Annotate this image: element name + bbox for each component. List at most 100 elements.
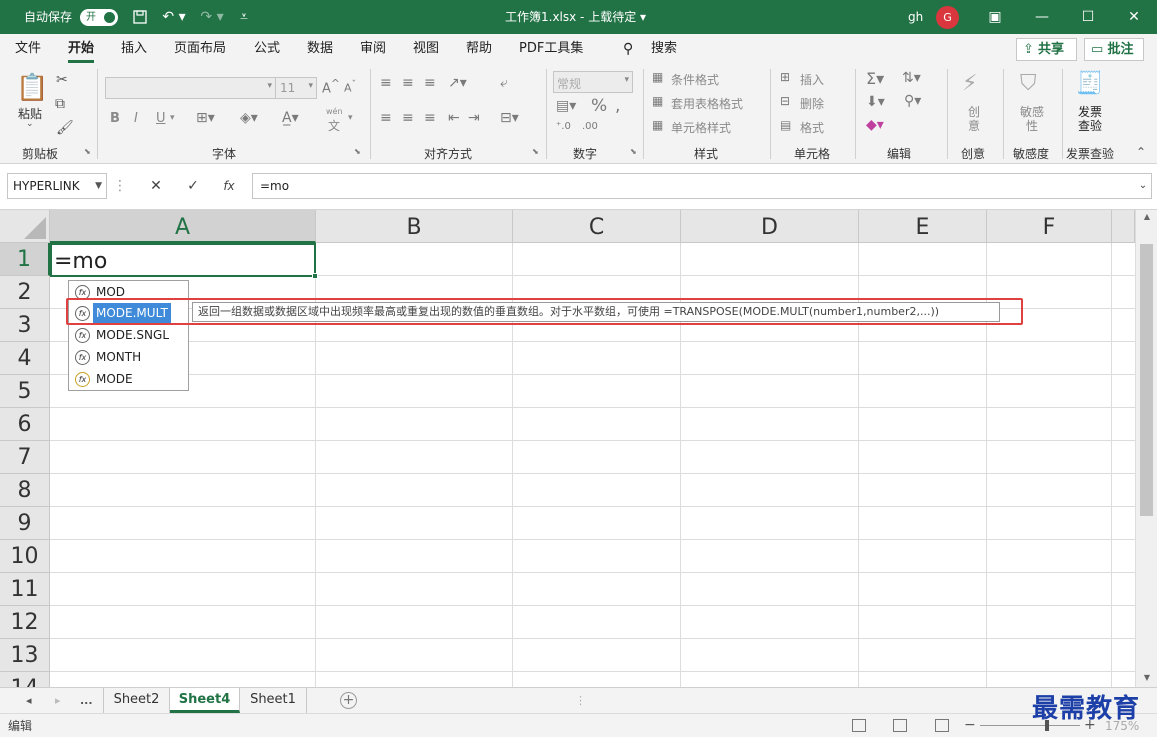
italic-button[interactable]: I: [134, 111, 138, 126]
format-as-table-button[interactable]: 套用表格格式: [671, 95, 743, 112]
percent-icon[interactable]: %: [591, 96, 607, 116]
expand-formula-icon[interactable]: ⌄: [1133, 173, 1153, 199]
increase-indent-icon[interactable]: ⇥: [468, 110, 480, 126]
page-layout-view-icon[interactable]: [893, 719, 907, 732]
row-header-13[interactable]: 13: [0, 639, 50, 672]
row-header-9[interactable]: 9: [0, 507, 50, 540]
format-as-table-icon[interactable]: ▦: [652, 94, 663, 108]
undo-icon[interactable]: ↶ ▾: [160, 0, 188, 34]
tab-insert[interactable]: 插入: [121, 34, 147, 65]
comma-style-icon[interactable]: ,: [615, 96, 620, 116]
column-header-b[interactable]: B: [316, 210, 513, 243]
cell-styles-button[interactable]: 单元格样式: [671, 119, 731, 136]
normal-view-icon[interactable]: [852, 719, 866, 732]
conditional-format-icon[interactable]: ▦: [652, 70, 663, 84]
underline-dropdown-icon[interactable]: ▾: [170, 113, 175, 123]
insert-function-button[interactable]: fx: [215, 173, 243, 199]
scroll-down-icon[interactable]: ▼: [1136, 673, 1157, 682]
insert-cells-icon[interactable]: ⊞: [780, 70, 790, 84]
maximize-icon[interactable]: ☐: [1078, 0, 1098, 34]
scroll-up-icon[interactable]: ▲: [1136, 212, 1157, 221]
align-left-icon[interactable]: ≡: [380, 110, 392, 126]
row-header-11[interactable]: 11: [0, 573, 50, 606]
minimize-icon[interactable]: —: [1032, 0, 1052, 34]
autocomplete-item[interactable]: fx MODE: [72, 369, 186, 390]
row-header-10[interactable]: 10: [0, 540, 50, 573]
sensitivity-button[interactable]: 敏感 性: [1020, 105, 1044, 133]
align-right-icon[interactable]: ≡: [424, 110, 436, 126]
align-middle-icon[interactable]: ≡: [402, 75, 414, 91]
paste-icon[interactable]: 📋: [16, 73, 48, 103]
number-format-box[interactable]: 常规 ▾: [553, 71, 633, 93]
tab-formulas[interactable]: 公式: [254, 34, 280, 65]
increase-decimal-icon[interactable]: ⁺.0: [556, 121, 571, 132]
row-header-3[interactable]: 3: [0, 309, 50, 342]
clear-icon[interactable]: ◆▾: [866, 117, 884, 133]
window-title[interactable]: 工作簿1.xlsx - 上载待定 ▾: [505, 0, 646, 34]
row-header-12[interactable]: 12: [0, 606, 50, 639]
more-sheets-button[interactable]: ...: [80, 688, 93, 714]
sort-filter-icon[interactable]: ⇅▾: [902, 70, 921, 86]
bold-button[interactable]: B: [110, 111, 120, 126]
fill-color-icon[interactable]: ◈▾: [240, 110, 258, 126]
vertical-scrollbar[interactable]: ▲ ▼: [1135, 210, 1157, 687]
column-header-d[interactable]: D: [681, 210, 859, 243]
tab-page-layout[interactable]: 页面布局: [174, 34, 226, 65]
conditional-format-button[interactable]: 条件格式: [671, 71, 719, 88]
row-header-6[interactable]: 6: [0, 408, 50, 441]
customize-toolbar-icon[interactable]: ⩡: [236, 0, 252, 34]
sheet-tab-active[interactable]: Sheet4: [170, 688, 240, 713]
tab-data[interactable]: 数据: [307, 34, 333, 65]
tab-home[interactable]: 开始: [68, 34, 95, 65]
autocomplete-item[interactable]: fx MONTH: [72, 347, 186, 368]
font-name-box[interactable]: ▾: [105, 77, 277, 99]
format-cells-button[interactable]: 格式: [800, 119, 824, 136]
column-header-c[interactable]: C: [513, 210, 681, 243]
align-bottom-icon[interactable]: ≡: [424, 75, 436, 91]
formula-input[interactable]: =mo: [252, 173, 1152, 199]
row-header-1[interactable]: 1: [0, 243, 50, 276]
invoice-check-icon[interactable]: 🧾: [1076, 71, 1103, 96]
font-color-icon[interactable]: A̲▾: [282, 110, 299, 126]
sensitivity-icon[interactable]: ⛉: [1020, 71, 1037, 96]
select-all-corner[interactable]: [0, 210, 50, 243]
align-top-icon[interactable]: ≡: [380, 75, 392, 91]
copy-icon[interactable]: ⧉: [55, 96, 65, 112]
row-header-14[interactable]: 14: [0, 672, 50, 687]
comments-button[interactable]: ▭ 批注: [1084, 38, 1144, 61]
alignment-launcher-icon[interactable]: ⬊: [532, 147, 539, 156]
delete-cells-icon[interactable]: ⊟: [780, 94, 790, 108]
tab-pdf-tools[interactable]: PDF工具集: [519, 34, 583, 65]
tab-help[interactable]: 帮助: [466, 34, 492, 65]
clipboard-launcher-icon[interactable]: ⬊: [84, 147, 91, 156]
next-sheet-icon[interactable]: ▸: [55, 688, 61, 714]
avatar[interactable]: G: [936, 6, 959, 29]
decrease-font-icon[interactable]: Aˇ: [344, 79, 356, 95]
paste-dropdown-icon[interactable]: ⌄: [26, 119, 34, 129]
lightning-icon[interactable]: ⚡: [962, 71, 977, 96]
tab-file[interactable]: 文件: [15, 34, 41, 65]
search-icon[interactable]: ⚲: [623, 34, 633, 65]
cancel-button[interactable]: ✕: [142, 173, 170, 199]
increase-font-icon[interactable]: A^: [322, 77, 340, 96]
accounting-format-icon[interactable]: ▤▾: [556, 98, 576, 114]
decrease-decimal-icon[interactable]: .00: [582, 121, 598, 132]
underline-button[interactable]: U: [156, 111, 166, 126]
fill-icon[interactable]: ⬇▾: [866, 94, 885, 110]
search-label[interactable]: 搜索: [651, 34, 677, 65]
cut-icon[interactable]: ✂: [56, 72, 68, 88]
align-center-icon[interactable]: ≡: [402, 110, 414, 126]
format-cells-icon[interactable]: ▤: [780, 118, 791, 132]
autosum-icon[interactable]: Σ▾: [866, 69, 884, 88]
column-header-a[interactable]: A: [50, 210, 316, 243]
row-header-2[interactable]: 2: [0, 276, 50, 309]
row-header-8[interactable]: 8: [0, 474, 50, 507]
invoice-check-button[interactable]: 发票 查验: [1078, 105, 1102, 133]
number-launcher-icon[interactable]: ⬊: [630, 147, 637, 156]
page-break-view-icon[interactable]: [935, 719, 949, 732]
insert-cells-button[interactable]: 插入: [800, 71, 824, 88]
font-launcher-icon[interactable]: ⬊: [354, 147, 361, 156]
previous-sheet-icon[interactable]: ◂: [26, 688, 32, 714]
share-button[interactable]: ⇪ 共享: [1016, 38, 1077, 61]
column-header-e[interactable]: E: [859, 210, 987, 243]
